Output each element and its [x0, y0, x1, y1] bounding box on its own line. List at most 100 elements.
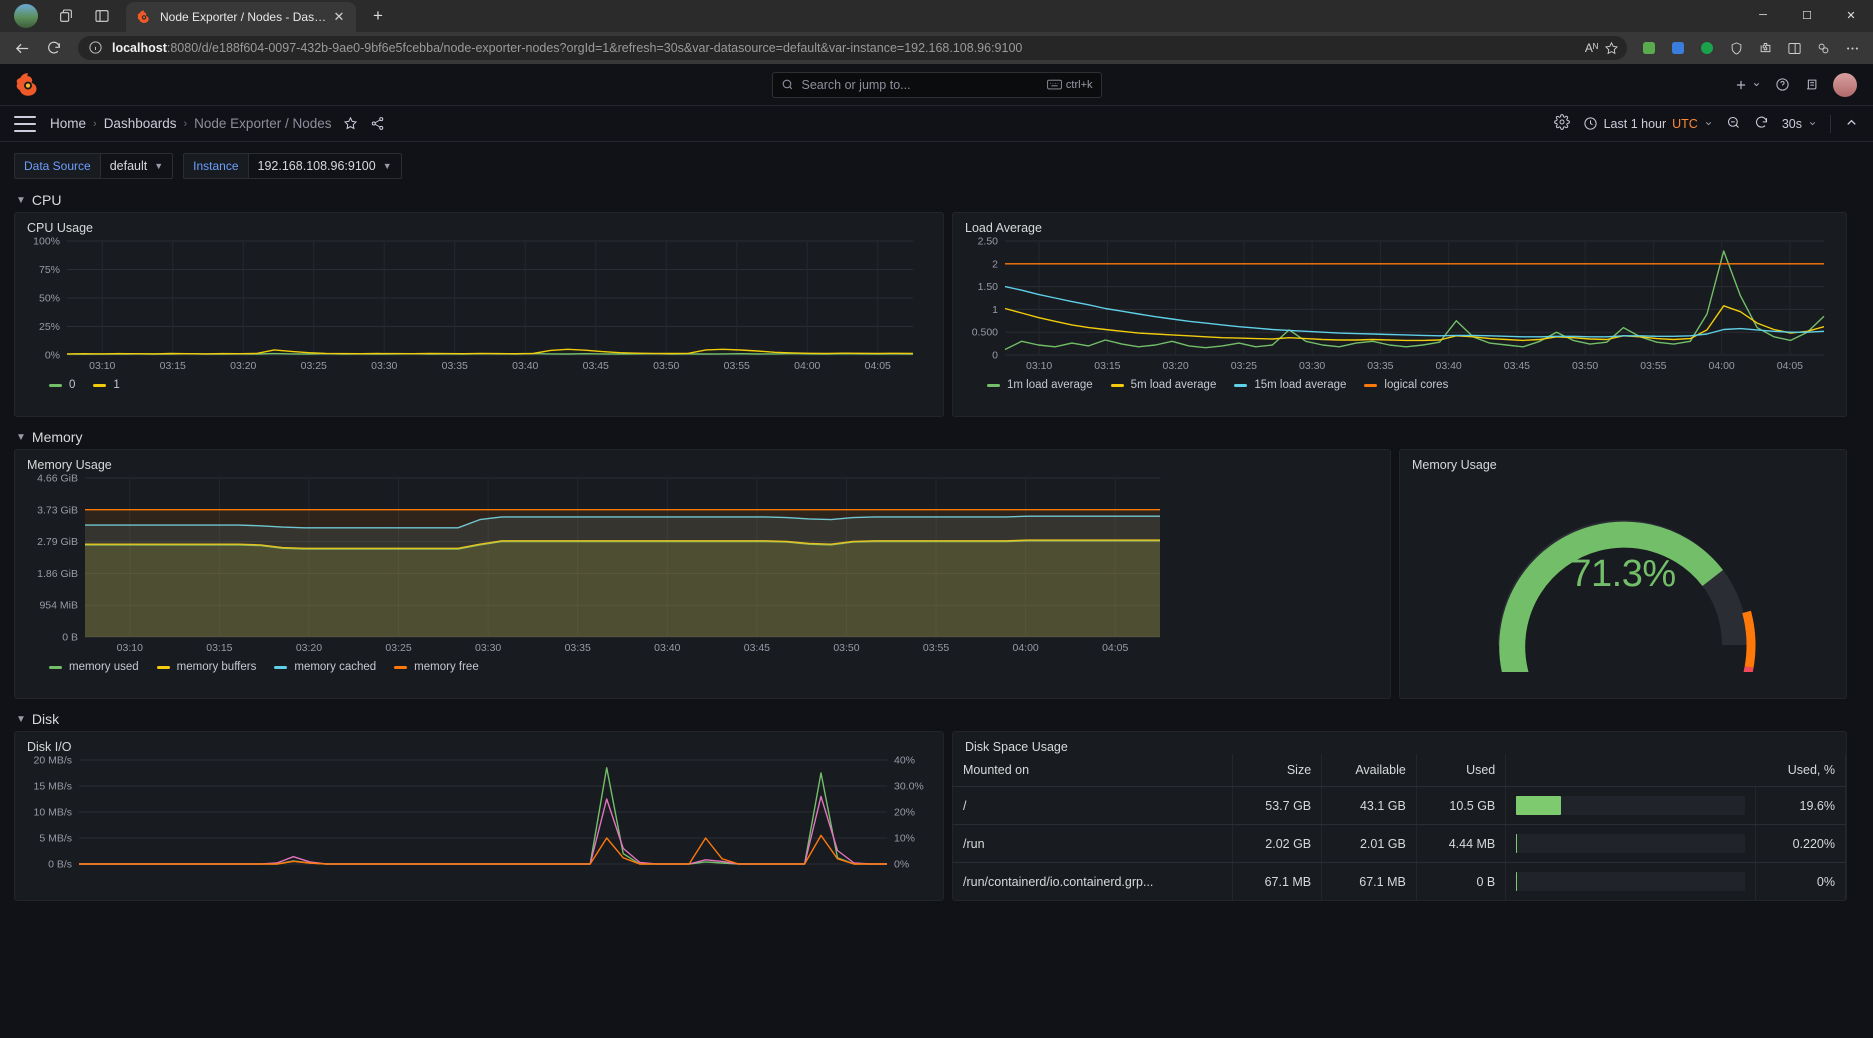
svg-text:03:40: 03:40 [654, 642, 680, 654]
close-window-button[interactable]: ✕ [1829, 0, 1873, 30]
legend-item[interactable]: memory cached [274, 661, 376, 673]
zoom-out-time-icon[interactable] [1726, 115, 1741, 133]
svg-text:25%: 25% [39, 321, 60, 333]
legend-color-swatch [1364, 383, 1378, 387]
row-header-memory[interactable]: ▼ Memory [0, 425, 1873, 449]
svg-text:03:10: 03:10 [89, 360, 115, 372]
table-column-header[interactable]: Available [1321, 754, 1417, 787]
more-settings-icon[interactable] [1839, 36, 1865, 60]
row-title-memory: Memory [31, 429, 83, 445]
timezone-label: UTC [1672, 116, 1698, 131]
legend-item[interactable]: memory buffers [156, 661, 256, 673]
table-cell: 53.7 GB [1232, 786, 1323, 825]
dashboard-settings-icon[interactable] [1553, 114, 1570, 133]
variable-instance[interactable]: Instance 192.168.108.96:9100 ▼ [183, 153, 402, 179]
legend-color-swatch [1234, 383, 1248, 387]
help-icon[interactable] [1775, 77, 1790, 92]
legend-item[interactable]: 1 [93, 379, 120, 391]
legend-item[interactable]: memory free [394, 661, 479, 673]
site-info-icon[interactable] [88, 40, 104, 56]
legend-item[interactable]: 5m load average [1110, 379, 1216, 391]
chart-disk-io[interactable]: 0 B/s 5 MB/s 10 MB/s 15 MB/s 20 MB/s 0% 10% 20%… [15, 754, 943, 884]
collections-icon[interactable] [1810, 36, 1836, 60]
svg-text:2: 2 [992, 258, 998, 270]
browser-profile-avatar[interactable] [14, 4, 38, 28]
extension-icon-2[interactable] [1665, 36, 1691, 60]
reload-button[interactable] [40, 36, 68, 60]
svg-text:20%: 20% [894, 807, 915, 819]
extension-icon-1[interactable] [1636, 36, 1662, 60]
svg-text:03:30: 03:30 [371, 360, 397, 372]
table-column-header[interactable]: Used [1416, 754, 1507, 787]
legend-cpu-usage: 01 [15, 375, 943, 391]
gauge-memory-usage[interactable]: 71.3% [1400, 472, 1846, 677]
table-column-header[interactable]: Size [1232, 754, 1323, 787]
table-cell: 0.220% [1755, 824, 1846, 863]
table-column-header[interactable] [1505, 754, 1756, 787]
back-button[interactable] [8, 36, 36, 60]
panel-cpu-usage: CPU Usage 0% 25% 50% 75% 100% 03:10 03:15 03:20… [14, 212, 944, 417]
variable-instance-value[interactable]: 192.168.108.96:9100 ▼ [247, 153, 402, 179]
address-bar[interactable]: localhost:8080/d/e188f604-0097-432b-9ae0… [78, 36, 1627, 60]
extensions-puzzle-icon[interactable] [1752, 36, 1778, 60]
variable-datasource-text: default [109, 159, 148, 173]
tab-search-icon[interactable] [52, 3, 80, 29]
extension-icon-3[interactable] [1694, 36, 1720, 60]
tab-close-icon[interactable]: ✕ [330, 8, 348, 26]
new-tab-button[interactable]: + [364, 3, 392, 29]
chart-cpu-usage[interactable]: 0% 25% 50% 75% 100% 03:10 03:15 03:20 03:25 03:30… [15, 235, 943, 375]
split-screen-icon[interactable] [88, 3, 116, 29]
user-avatar[interactable] [1833, 72, 1857, 97]
legend-item[interactable]: logical cores [1364, 379, 1448, 391]
table-column-header[interactable]: Mounted on [953, 754, 1233, 787]
table-column-header[interactable]: Used, % [1755, 754, 1846, 787]
svg-text:04:00: 04:00 [1012, 642, 1038, 654]
toolbar-divider [1830, 114, 1831, 133]
grafana-logo-icon[interactable] [14, 71, 42, 99]
search-icon [781, 78, 794, 91]
search-input[interactable]: Search or jump to... [802, 78, 1047, 92]
new-item-button[interactable] [1734, 78, 1761, 92]
usage-bar-cell [1505, 786, 1757, 825]
variable-datasource[interactable]: Data Source default ▼ [14, 153, 174, 179]
svg-text:0.500: 0.500 [972, 327, 998, 339]
split-view-icon[interactable] [1781, 36, 1807, 60]
chart-memory-usage[interactable]: 0 B 954 MiB 1.86 GiB 2.79 GiB 3.73 GiB 4.66 G… [15, 472, 1390, 657]
legend-label: memory used [69, 661, 139, 673]
svg-text:2.79 GiB: 2.79 GiB [37, 536, 78, 548]
news-icon[interactable] [1804, 77, 1819, 92]
legend-item[interactable]: 0 [49, 379, 75, 391]
legend-label: 1m load average [1007, 379, 1093, 391]
share-dashboard-icon[interactable] [370, 116, 385, 131]
time-range-picker[interactable]: Last 1 hour UTC [1583, 116, 1713, 131]
row-header-cpu[interactable]: ▼ CPU [0, 188, 1873, 212]
breadcrumb-item-dashboards[interactable]: Dashboards [104, 116, 177, 131]
breadcrumb-item-home[interactable]: Home [50, 116, 86, 131]
collapse-toolbar-icon[interactable] [1844, 115, 1859, 133]
variable-datasource-value[interactable]: default ▼ [99, 153, 174, 179]
memory-row-panels: Memory Usage 0 B 954 MiB 1.86 GiB 2.79 GiB 3… [0, 449, 1873, 707]
table-cell: 4.44 MB [1416, 824, 1507, 863]
favorite-star-icon[interactable] [1604, 41, 1619, 56]
star-dashboard-icon[interactable] [343, 116, 358, 131]
read-aloud-icon[interactable]: Aᴺ [1585, 41, 1598, 55]
refresh-interval-picker[interactable]: 30s [1782, 117, 1817, 131]
legend-item[interactable]: 15m load average [1234, 379, 1346, 391]
legend-item[interactable]: 1m load average [987, 379, 1093, 391]
svg-text:0%: 0% [894, 859, 909, 871]
menu-toggle-icon[interactable] [14, 115, 36, 132]
svg-text:1: 1 [992, 304, 998, 316]
chart-load-average[interactable]: 0 0.500 1 1.50 2 2.50 03:10 03:15 03:20 03:25 03:3… [953, 235, 1846, 375]
refresh-dashboard-icon[interactable] [1754, 115, 1769, 133]
global-search-bar[interactable]: Search or jump to... ctrl+k [771, 71, 1102, 98]
minimize-button[interactable]: ─ [1741, 0, 1785, 30]
panel-disk-space-usage: Disk Space Usage Mounted on Size Available… [952, 731, 1847, 901]
legend-item[interactable]: memory used [49, 661, 139, 673]
browser-extensions [1633, 36, 1865, 60]
legend-label: logical cores [1384, 379, 1449, 391]
panel-memory-usage-gauge: Memory Usage 71.3% [1399, 449, 1847, 699]
row-header-disk[interactable]: ▼ Disk [0, 707, 1873, 731]
browser-tab[interactable]: Node Exporter / Nodes - Dashbo ✕ [126, 2, 356, 32]
shield-icon[interactable] [1723, 36, 1749, 60]
maximize-button[interactable]: ☐ [1785, 0, 1829, 30]
